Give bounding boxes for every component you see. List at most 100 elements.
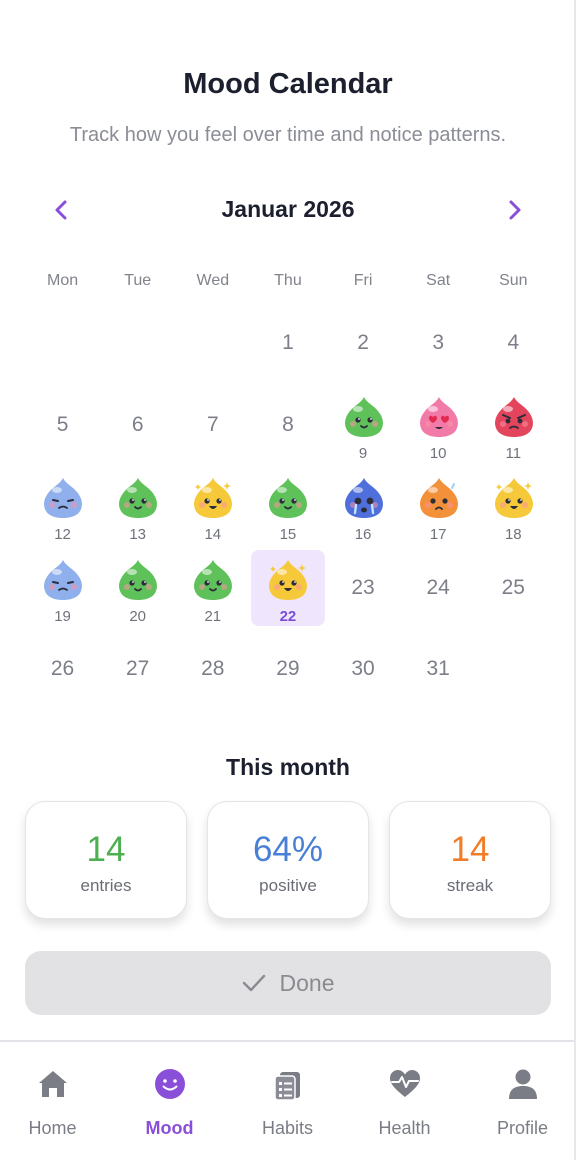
streak-label: streak (446, 876, 494, 895)
day-cell-13[interactable]: 13 (100, 468, 175, 550)
entries-stat-card: 14 entries (25, 801, 187, 919)
weekday-label: Sat (426, 272, 451, 289)
day-cell-29[interactable]: 29 (250, 631, 325, 713)
day-number: 31 (426, 657, 450, 681)
day-number: 14 (204, 526, 222, 544)
day-cell-30[interactable]: 30 (326, 631, 401, 713)
day-cell-10[interactable]: 10 (401, 387, 476, 469)
day-number: 12 (54, 526, 71, 544)
day-cell-24[interactable]: 24 (401, 550, 476, 632)
day-cell-4[interactable]: 4 (476, 305, 551, 387)
positive-stat-card: 64% positive (207, 801, 369, 919)
tab-health[interactable]: Health (346, 1042, 463, 1162)
weekday-header: Mon Tue Wed Thu Fri Sat Sun (25, 272, 551, 290)
day-cell-6[interactable]: 6 (100, 387, 175, 469)
tab-mood[interactable]: Mood (111, 1042, 228, 1162)
day-number: 18 (504, 526, 522, 544)
checkmark-icon (242, 974, 265, 992)
calm-mood-icon (194, 559, 233, 600)
day-number: 5 (56, 412, 69, 436)
day-number: 15 (279, 526, 297, 544)
weekday-label: Sun (499, 272, 528, 289)
crying-mood-icon (344, 478, 383, 519)
day-number: 21 (204, 607, 222, 625)
day-cell-20[interactable]: 20 (100, 550, 175, 632)
loved-mood-icon (419, 396, 458, 437)
stats-title: This month (226, 754, 350, 780)
day-cell-1[interactable]: 1 (250, 305, 325, 387)
day-cell-12[interactable]: 12 (25, 468, 100, 550)
day-cell-8[interactable]: 8 (250, 387, 325, 469)
day-number: 1 (282, 331, 294, 354)
day-cell-2[interactable]: 2 (326, 305, 401, 387)
day-number: 20 (129, 607, 147, 625)
day-number: 13 (129, 526, 147, 544)
calm-mood-icon (119, 559, 158, 600)
day-cell-31[interactable]: 31 (401, 631, 476, 713)
day-cell-19[interactable]: 19 (25, 550, 100, 632)
day-number: 19 (54, 607, 71, 625)
day-number: 2 (357, 331, 369, 354)
day-number: 23 (351, 575, 375, 599)
day-cell-18[interactable]: 18 (476, 468, 551, 550)
day-cell-21[interactable]: 21 (175, 550, 250, 632)
streak-stat-card: 14 streak (389, 801, 551, 919)
sad-mood-icon (44, 559, 82, 600)
day-cell-22[interactable]: 22 (250, 549, 326, 632)
tab-profile[interactable]: Profile (464, 1042, 576, 1162)
day-number: 28 (201, 657, 225, 681)
day-number: 6 (131, 412, 144, 436)
day-cell-7[interactable]: 7 (175, 387, 250, 469)
page-subtitle: Track how you feel over time and notice … (69, 124, 507, 146)
day-cell-23[interactable]: 23 (326, 550, 401, 632)
empty-day-cell (100, 305, 175, 387)
day-number: 27 (126, 657, 150, 681)
next-month-button[interactable] (495, 190, 535, 230)
tab-habits[interactable]: Habits (229, 1042, 346, 1162)
happy-mood-icon (494, 478, 533, 519)
tab-profile-label: Profile (496, 1118, 549, 1138)
empty-day-cell (25, 305, 100, 387)
day-cell-17[interactable]: 17 (401, 468, 476, 550)
calm-mood-icon (269, 478, 308, 519)
day-cell-27[interactable]: 27 (100, 631, 175, 713)
positive-label: positive (259, 876, 317, 895)
day-cell-3[interactable]: 3 (401, 305, 476, 387)
tab-health-label: Health (378, 1118, 431, 1138)
weekday-label: Wed (196, 272, 230, 289)
calm-mood-icon (344, 396, 383, 437)
weekday-label: Tue (124, 272, 152, 289)
day-number: 10 (429, 444, 447, 462)
day-cell-5[interactable]: 5 (25, 387, 100, 469)
positive-value: 64% (252, 830, 324, 869)
day-cell-25[interactable]: 25 (476, 550, 551, 632)
empty-day-cell (175, 305, 250, 387)
day-cell-11[interactable]: 11 (476, 387, 551, 469)
sad-mood-icon (44, 478, 82, 519)
happy-mood-icon (194, 478, 233, 519)
chevron-right-icon (509, 200, 521, 220)
day-number: 9 (358, 444, 368, 462)
month-label: Januar 2026 (221, 196, 355, 222)
tab-home[interactable]: Home (0, 1042, 111, 1162)
day-number: 16 (354, 526, 372, 544)
angry-mood-icon (494, 396, 533, 437)
calm-mood-icon (119, 478, 158, 519)
day-number: 7 (206, 412, 219, 436)
weekday-label: Fri (353, 272, 373, 289)
day-number: 30 (351, 657, 375, 681)
day-cell-28[interactable]: 28 (175, 631, 250, 713)
day-cell-16[interactable]: 16 (326, 468, 401, 550)
day-number: 4 (507, 331, 520, 354)
day-number: 11 (505, 444, 522, 462)
day-number: 29 (276, 657, 300, 681)
happy-mood-icon (269, 559, 308, 600)
day-cell-26[interactable]: 26 (25, 631, 100, 713)
day-number: 22 (279, 607, 297, 625)
day-number: 3 (432, 331, 445, 354)
done-button[interactable]: Done (25, 951, 551, 1015)
day-cell-15[interactable]: 15 (250, 468, 325, 550)
day-cell-9[interactable]: 9 (326, 387, 401, 469)
day-cell-14[interactable]: 14 (175, 468, 250, 550)
entries-value: 14 (86, 830, 126, 869)
